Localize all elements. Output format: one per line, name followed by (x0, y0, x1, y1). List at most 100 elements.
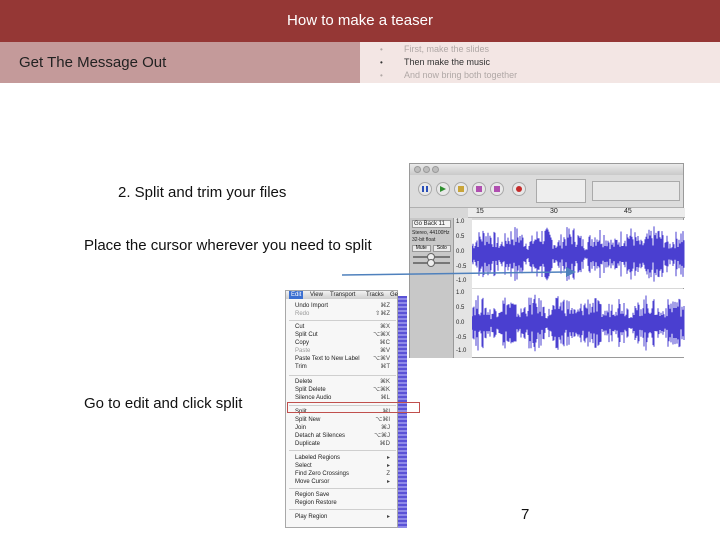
menu-item: Detach at Silences ⌥⌘J (286, 432, 397, 440)
menu-item-label: Region Restore (295, 500, 337, 506)
track-name: Go Back 11 (412, 220, 451, 228)
menu-item-shortcut: ⌘C (379, 340, 390, 346)
menu-transport: Transport (330, 292, 356, 298)
menu-tracks: Tracks (366, 292, 384, 298)
menu-view: View (310, 292, 323, 298)
menu-item: Split Cut ⌥⌘X (286, 331, 397, 339)
menu-item-label: Select (295, 463, 312, 469)
waveform-right-channel (472, 289, 685, 357)
menu-item-label: Find Zero Crossings (295, 471, 350, 477)
timeline-ruler: 15 30 45 (468, 208, 685, 218)
slide-header-bar: How to make a teaser (0, 0, 720, 42)
section-bar: Get The Message Out • First, make the sli… (0, 42, 720, 83)
menu-item-shortcut: ⌥⌘V (373, 356, 390, 362)
bullet-icon: • (380, 58, 383, 67)
menu-separator (289, 488, 396, 489)
menu-item-shortcut: Z (386, 471, 390, 477)
menu-item-label: Trim (295, 364, 307, 370)
gain-slider (413, 253, 450, 261)
menu-item: Trim ⌘T (286, 363, 397, 371)
edit-instruction: Go to edit and click split (84, 395, 243, 412)
step-title: 2. Split and trim your files (118, 184, 287, 201)
menu-item-shortcut: ⌘L (380, 395, 390, 401)
stop-icon (454, 182, 468, 196)
audacity-window-screenshot: 15 30 45 Go Back 11 Stereo, 44100Hz 32-b… (409, 163, 685, 358)
scale-label: 0.5 (456, 305, 465, 311)
menu-item-label: Join (295, 425, 307, 431)
menu-item-label: Paste Text to New Label (295, 356, 360, 362)
track-format: Stereo, 44100Hz (412, 230, 450, 236)
menu-item: Silence Audio ⌘L (286, 394, 397, 402)
menu-item-shortcut: ▸ (386, 455, 390, 461)
pause-icon (418, 182, 432, 196)
menu-item: Delete ⌘K (286, 378, 397, 386)
menu-separator (289, 320, 396, 321)
ruler-tick-label: 30 (550, 208, 558, 215)
skip-end-icon (490, 182, 504, 196)
menu-item: Find Zero Crossings Z (286, 470, 397, 478)
cursor-instruction: Place the cursor wherever you need to sp… (84, 237, 372, 254)
meter-toolbar-icon (592, 181, 680, 201)
scale-label: -0.5 (456, 335, 467, 341)
page-number: 7 (521, 506, 530, 523)
menu-item: Undo Import ⌘Z (286, 302, 397, 310)
solo-button: Solo (432, 245, 451, 252)
transport-toolbar (410, 175, 683, 208)
play-icon (436, 182, 450, 196)
menu-item: Labeled Regions ▸ (286, 454, 397, 462)
agenda-item: • First, make the slides (380, 44, 490, 54)
close-window-icon (414, 166, 421, 173)
agenda-list: • First, make the slides • Then make the m… (380, 43, 517, 82)
menu-item-label: Split Delete (295, 387, 326, 393)
menu-item-shortcut: ⌘V (379, 348, 390, 354)
bullet-icon: • (380, 45, 383, 54)
menu-item-label: Duplicate (295, 441, 321, 447)
menu-item-shortcut: ⌘T (380, 364, 390, 370)
menu-item-label: Play Region (295, 514, 328, 520)
menu-separator (289, 375, 396, 376)
menu-separator (289, 450, 396, 451)
agenda-item-current: • Then make the music (380, 57, 491, 67)
menu-separator (289, 509, 396, 510)
menu-item: Cut ⌘X (286, 323, 397, 331)
menu-item-label: Delete (295, 379, 313, 385)
section-label: Get The Message Out (19, 54, 167, 71)
menu-item: Region Restore (286, 499, 397, 507)
menu-item-label: Undo Import (295, 303, 329, 309)
menu-item-label: Redo (295, 311, 310, 317)
menu-item-shortcut: ⇧⌘Z (375, 311, 390, 317)
amplitude-scale: 1.0 0.5 0.0 -0.5 -1.0 1.0 0.5 0.0 -0.5 -… (454, 218, 472, 358)
menu-item-label: Paste (295, 348, 311, 354)
scale-label: 0.0 (456, 249, 465, 255)
scale-label: 0.5 (456, 234, 465, 240)
split-highlight-box (287, 402, 420, 413)
menu-item-shortcut: ⌘X (379, 324, 390, 330)
ruler-tick-label: 15 (476, 208, 484, 215)
menu-item-shortcut: ⌘K (379, 379, 390, 385)
menu-item: Copy ⌘C (286, 339, 397, 347)
section-label-panel: Get The Message Out (0, 42, 360, 83)
scale-label: 1.0 (456, 219, 465, 225)
scale-label: 1.0 (456, 290, 465, 296)
pointer-arrow-icon (341, 267, 576, 277)
menu-item-shortcut: ⌘Z (380, 303, 390, 309)
menu-item-label: Labeled Regions (295, 455, 341, 461)
menu-item-label: Move Cursor (295, 479, 330, 485)
skip-start-icon (472, 182, 486, 196)
menu-item-shortcut: ⌥⌘I (375, 417, 390, 423)
menu-item-shortcut: ⌥⌘J (374, 433, 390, 439)
minimize-window-icon (423, 166, 430, 173)
menu-bar: Edit View Transport Tracks Ge (286, 291, 398, 299)
zoom-window-icon (432, 166, 439, 173)
menu-item-label: Detach at Silences (295, 433, 346, 439)
menu-item: Region Save (286, 491, 397, 499)
track-control-panel: Go Back 11 Stereo, 44100Hz 32-bit float … (410, 218, 454, 358)
menu-item: Select ▸ (286, 462, 397, 470)
bullet-icon: • (380, 71, 383, 80)
agenda-item: • And now bring both together (380, 70, 518, 80)
menu-item-shortcut: ⌘J (381, 425, 390, 431)
menu-item-shortcut: ▸ (386, 463, 390, 469)
menu-item-label: Split Cut (295, 332, 318, 338)
menu-item-label: Split New (295, 417, 321, 423)
menu-item: Split New ⌥⌘I (286, 416, 397, 424)
